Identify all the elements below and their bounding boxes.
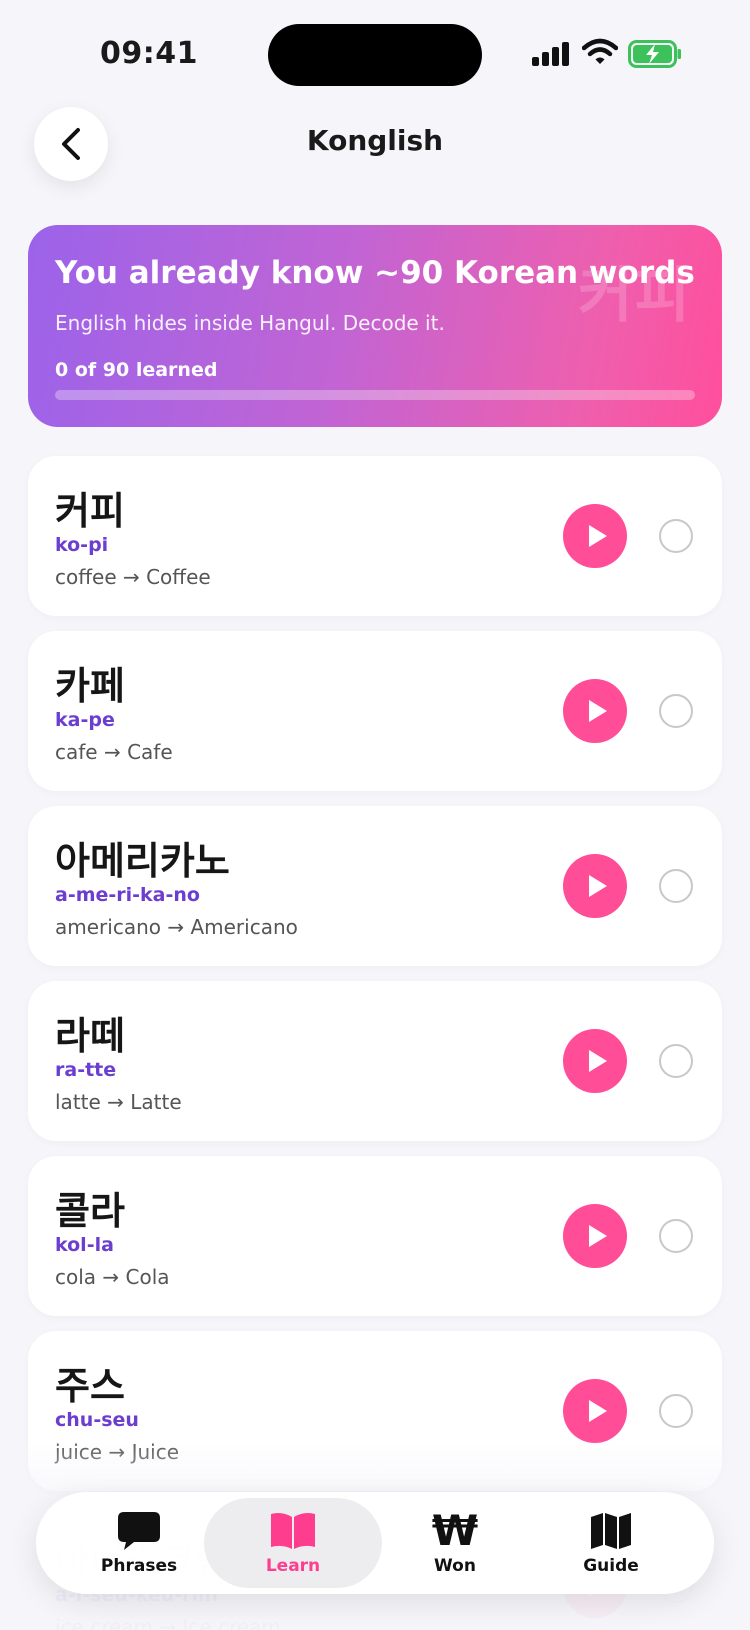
play-icon [588, 525, 607, 547]
progress-bar [55, 390, 695, 400]
word-romanization: chu-seu [55, 1409, 139, 1431]
word-meaning: americano → Americano [55, 915, 298, 939]
play-icon [588, 1225, 607, 1247]
word-card[interactable]: 콜라 kol-la cola → Cola [28, 1156, 722, 1316]
tab-bar: Phrases Learn ₩ Won Guide [36, 1492, 714, 1594]
word-romanization: ko-pi [55, 534, 109, 556]
play-icon [588, 1400, 607, 1422]
tab-label: Won [434, 1556, 476, 1576]
play-audio-button[interactable] [563, 1204, 627, 1268]
tab-won[interactable]: ₩ Won [366, 1498, 544, 1588]
tab-label: Guide [583, 1556, 639, 1576]
word-romanization: ra-tte [55, 1059, 117, 1081]
word-list: 커피 ko-pi coffee → Coffee 카페 ka-pe cafe →… [28, 456, 722, 1630]
word-meaning: coffee → Coffee [55, 565, 211, 589]
speech-bubble-icon [118, 1512, 160, 1550]
play-icon [588, 1050, 607, 1072]
word-card[interactable]: 커피 ko-pi coffee → Coffee [28, 456, 722, 616]
word-hangul: 라떼 [55, 1014, 125, 1058]
word-hangul: 주스 [55, 1364, 125, 1408]
learned-checkbox[interactable] [659, 1044, 693, 1078]
tab-learn[interactable]: Learn [204, 1498, 382, 1588]
won-sign-icon: ₩ [431, 1506, 479, 1555]
tab-label: Learn [265, 1556, 321, 1576]
progress-label: 0 of 90 learned [55, 359, 218, 381]
word-meaning: cafe → Cafe [55, 740, 173, 764]
learned-checkbox[interactable] [659, 694, 693, 728]
dynamic-island [268, 24, 482, 86]
hero-subtitle: English hides inside Hangul. Decode it. [55, 311, 445, 335]
tab-guide[interactable]: Guide [522, 1498, 700, 1588]
word-card[interactable]: 라떼 ra-tte latte → Latte [28, 981, 722, 1141]
word-meaning: juice → Juice [55, 1440, 179, 1464]
open-book-icon [271, 1513, 315, 1549]
word-romanization: kol-la [55, 1234, 114, 1256]
learned-checkbox[interactable] [659, 519, 693, 553]
play-icon [588, 875, 607, 897]
word-meaning: ice cream → Ice cream [55, 1615, 281, 1630]
hero-card: 커피 You already know ~90 Korean words Eng… [28, 225, 722, 427]
word-hangul: 콜라 [55, 1189, 125, 1233]
word-card[interactable]: 아메리카노 a-me-ri-ka-no americano → American… [28, 806, 722, 966]
hero-title: You already know ~90 Korean words [55, 255, 695, 291]
tab-phrases[interactable]: Phrases [50, 1498, 228, 1588]
word-card[interactable]: 카페 ka-pe cafe → Cafe [28, 631, 722, 791]
status-time: 09:41 [100, 36, 198, 71]
play-audio-button[interactable] [563, 679, 627, 743]
status-bar: 09:41 [0, 0, 750, 100]
word-romanization: ka-pe [55, 709, 115, 731]
word-hangul: 아메리카노 [55, 839, 230, 883]
learned-checkbox[interactable] [659, 869, 693, 903]
wifi-icon [582, 38, 618, 64]
word-hangul: 카페 [55, 664, 125, 708]
play-icon [588, 700, 607, 722]
word-meaning: cola → Cola [55, 1265, 170, 1289]
play-audio-button[interactable] [563, 1379, 627, 1443]
learned-checkbox[interactable] [659, 1219, 693, 1253]
cellular-signal-icon [532, 42, 569, 66]
battery-charging-icon [628, 40, 681, 68]
learned-checkbox[interactable] [659, 1394, 693, 1428]
word-meaning: latte → Latte [55, 1090, 182, 1114]
word-hangul: 커피 [55, 489, 125, 533]
word-romanization: a-me-ri-ka-no [55, 884, 200, 906]
page-title: Konglish [306, 124, 444, 157]
map-icon [591, 1513, 631, 1549]
play-audio-button[interactable] [563, 504, 627, 568]
tab-label: Phrases [100, 1556, 178, 1576]
word-card[interactable]: 주스 chu-seu juice → Juice [28, 1331, 722, 1491]
play-audio-button[interactable] [563, 1029, 627, 1093]
play-audio-button[interactable] [563, 854, 627, 918]
